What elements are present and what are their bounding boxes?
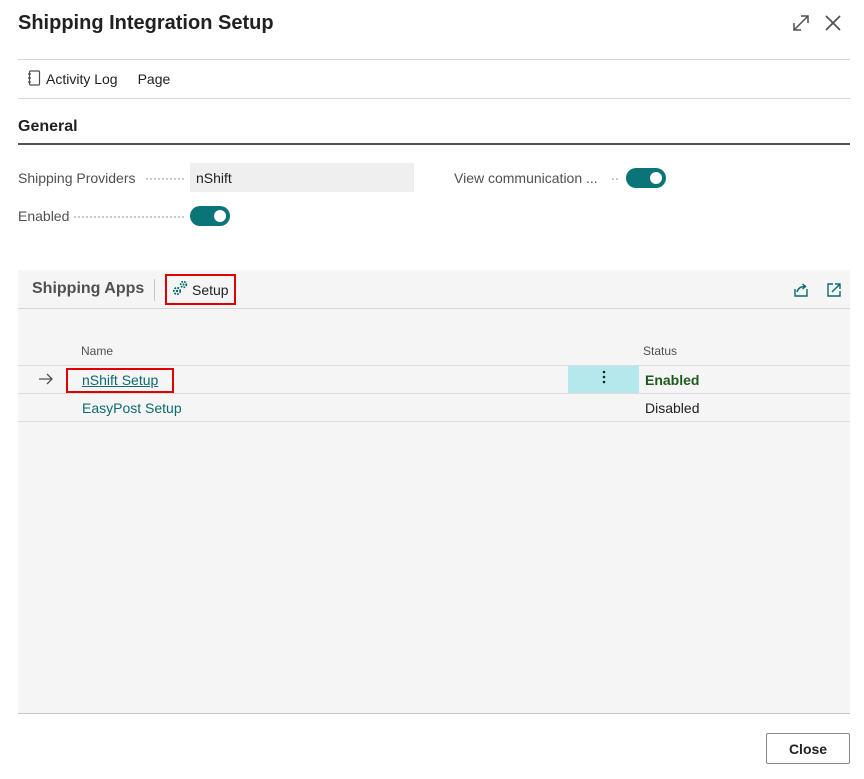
- view-communication-toggle[interactable]: [626, 168, 666, 188]
- setup-label: Setup: [192, 281, 229, 298]
- general-section-title[interactable]: General: [18, 118, 78, 136]
- action-bar: Activity Log Page: [18, 60, 850, 98]
- share-icon[interactable]: [792, 281, 810, 299]
- section-divider: [18, 143, 850, 145]
- shipping-apps-title[interactable]: Shipping Apps: [32, 280, 144, 298]
- view-communication-label: View communication ...: [454, 170, 598, 186]
- divider: [154, 279, 155, 301]
- page-menu-button[interactable]: Page: [128, 64, 181, 94]
- gears-icon: [171, 279, 192, 300]
- app-name-link[interactable]: EasyPost Setup: [82, 400, 182, 416]
- panel-header: Shipping Apps Setup: [18, 270, 850, 309]
- footer-divider: [18, 713, 850, 714]
- row-actions-cell[interactable]: [568, 366, 639, 393]
- notebook-icon: [28, 69, 46, 89]
- page-menu-label: Page: [137, 71, 171, 87]
- enabled-label: Enabled: [18, 208, 70, 224]
- shipping-apps-panel: Shipping Apps Setup Name Status nShift S…: [18, 270, 850, 713]
- leader-dots: [612, 178, 618, 180]
- shipping-providers-value: nShift: [196, 169, 232, 186]
- leader-dots: [74, 216, 184, 218]
- status-cell: Enabled: [645, 372, 700, 388]
- close-button[interactable]: Close: [766, 733, 850, 764]
- shipping-providers-label: Shipping Providers: [18, 170, 136, 186]
- app-name-link[interactable]: nShift Setup: [82, 372, 158, 388]
- activity-log-label: Activity Log: [46, 71, 118, 87]
- open-in-new-icon[interactable]: [825, 281, 843, 299]
- shipping-providers-field[interactable]: nShift: [190, 163, 414, 192]
- close-icon[interactable]: [822, 12, 844, 34]
- table-row[interactable]: EasyPost Setup Disabled: [18, 393, 850, 421]
- expand-icon[interactable]: [790, 12, 812, 34]
- page-title: Shipping Integration Setup: [18, 12, 274, 34]
- more-vertical-icon: [601, 369, 607, 390]
- arrow-right-icon: [38, 371, 54, 387]
- divider: [18, 98, 850, 99]
- divider: [18, 421, 850, 422]
- table-row[interactable]: nShift Setup Enabled: [18, 365, 850, 393]
- leader-dots: [146, 178, 184, 180]
- column-header-name[interactable]: Name: [81, 344, 113, 358]
- activity-log-button[interactable]: Activity Log: [18, 64, 128, 94]
- column-header-status[interactable]: Status: [643, 344, 677, 358]
- enabled-toggle[interactable]: [190, 206, 230, 226]
- setup-button[interactable]: Setup: [165, 274, 236, 305]
- status-cell: Disabled: [645, 400, 700, 416]
